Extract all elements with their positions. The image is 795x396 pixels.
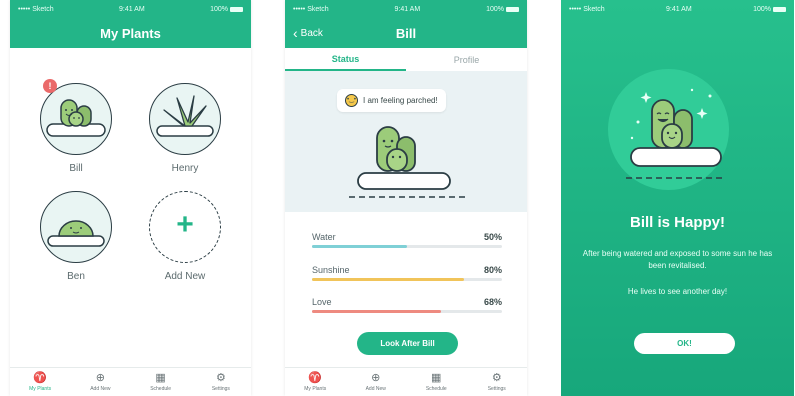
meter-value: 50% [483, 232, 502, 242]
tab-profile[interactable]: Profile [406, 48, 527, 71]
status-bar: ••••• Sketch 9:41 AM 100% [561, 0, 794, 18]
page-title: My Plants [100, 25, 161, 41]
add-circle-icon: ⊕ [95, 371, 105, 384]
meter-label: Love [312, 297, 332, 307]
tab-bar: ♈ My Plants ⊕ Add New ▦ Schedule ⚙ Setti… [10, 367, 251, 396]
meter-value: 68% [483, 297, 502, 307]
meter-value: 80% [483, 265, 502, 275]
segmented-control: Status Profile [285, 48, 527, 72]
header: ••••• Sketch 9:41 AM 100% ‹ Back Bill [285, 0, 527, 48]
page-title: Bill [395, 25, 417, 41]
calendar-icon: ▦ [155, 371, 166, 384]
gear-icon: ⚙ [491, 371, 502, 384]
plant-name: Ben [67, 271, 85, 282]
add-plant-circle: + [149, 191, 221, 263]
tab-my-plants[interactable]: ♈ My Plants [15, 371, 65, 392]
speech-bubble: •‿• I am feeling parched! [337, 89, 446, 112]
clock: 9:41 AM [394, 5, 421, 13]
battery-icon [229, 6, 243, 12]
success-submessage: He lives to see another day! [627, 287, 728, 296]
plant-card-bill[interactable]: ! Bill [31, 79, 121, 174]
clock: 9:41 AM [119, 5, 145, 13]
carrier-label: ••••• Sketch [18, 5, 54, 13]
success-title: Bill is Happy! [629, 214, 726, 231]
carrier-label: ••••• Sketch [569, 5, 605, 13]
plus-icon: + [176, 208, 194, 241]
meter-track [312, 245, 502, 248]
meter-track [312, 310, 502, 313]
plant-avatar [40, 191, 112, 263]
speech-text: I am feeling parched! [363, 96, 438, 105]
love-meter: Love 68% [312, 297, 502, 313]
cactus-illustration [349, 126, 465, 198]
status-bar: ••••• Sketch 9:41 AM 100% [10, 0, 251, 18]
plant-name: Bill [69, 163, 83, 174]
back-button[interactable]: ‹ Back [293, 18, 323, 48]
sunshine-fill [312, 278, 464, 281]
tab-my-plants[interactable]: ♈ My Plants [290, 371, 340, 392]
water-fill [312, 245, 407, 248]
plant-illustration-area: •‿• I am feeling parched! [285, 71, 527, 212]
my-plants-screen: ••••• Sketch 9:41 AM 100% My Plants ! Bi… [10, 0, 251, 396]
happy-cactus-illustration [626, 88, 722, 179]
tab-schedule[interactable]: ▦ Schedule [411, 371, 461, 392]
calendar-icon: ▦ [431, 371, 442, 384]
battery-indicator: 100% [486, 6, 519, 13]
battery-icon [505, 6, 519, 12]
back-label: Back [300, 27, 323, 39]
tab-schedule[interactable]: ▦ Schedule [136, 371, 186, 392]
ok-button[interactable]: OK! [634, 333, 735, 354]
chevron-left-icon: ‹ [293, 25, 298, 41]
tab-add-new[interactable]: ⊕ Add New [351, 371, 401, 392]
cactus-pot-icon [46, 99, 106, 137]
plant-avatar [40, 83, 112, 155]
success-message: After being watered and exposed to some … [582, 249, 773, 270]
round-cactus-icon [47, 220, 105, 247]
sunshine-meter: Sunshine 80% [312, 265, 502, 281]
header: ••••• Sketch 9:41 AM 100% My Plants [10, 0, 251, 48]
plant-card-ben[interactable]: Ben [31, 191, 121, 282]
love-fill [312, 310, 442, 313]
add-new-label: Add New [164, 271, 206, 282]
nav-bar: ‹ Back Bill [285, 18, 527, 48]
add-new-plant-button[interactable]: + Add New [140, 191, 230, 282]
battery-indicator: 100% [753, 6, 786, 13]
meter-label: Water [312, 232, 336, 242]
battery-icon [772, 6, 786, 12]
water-meter: Water 50% [312, 232, 502, 248]
plant-card-henry[interactable]: Henry [140, 83, 230, 174]
alert-badge: ! [43, 79, 57, 93]
carrier-label: ••••• Sketch [293, 5, 329, 13]
plant-icon: ♈ [33, 371, 47, 384]
tab-settings[interactable]: ⚙ Settings [472, 371, 522, 392]
worried-face-icon: •‿• [345, 94, 358, 107]
clock: 9:41 AM [666, 5, 692, 13]
succulent-pot-icon [156, 95, 214, 137]
meter-label: Sunshine [312, 265, 350, 275]
look-after-button[interactable]: Look After Bill [357, 332, 458, 355]
tab-add-new[interactable]: ⊕ Add New [75, 371, 125, 392]
success-screen: ••••• Sketch 9:41 AM 100% Bill is Happy!… [561, 0, 794, 396]
add-circle-icon: ⊕ [371, 371, 381, 384]
battery-indicator: 100% [210, 6, 243, 13]
meter-track [312, 278, 502, 281]
tab-settings[interactable]: ⚙ Settings [196, 371, 246, 392]
tab-bar: ♈ My Plants ⊕ Add New ▦ Schedule ⚙ Setti… [285, 367, 527, 396]
tab-status[interactable]: Status [285, 48, 406, 71]
plant-detail-screen: ••••• Sketch 9:41 AM 100% ‹ Back Bill St… [285, 0, 527, 396]
plant-icon: ♈ [308, 371, 323, 384]
status-bar: ••••• Sketch 9:41 AM 100% [285, 0, 527, 18]
plant-name: Henry [171, 163, 199, 174]
gear-icon: ⚙ [215, 371, 226, 384]
plant-avatar [149, 83, 221, 155]
nav-bar: My Plants [10, 18, 251, 48]
